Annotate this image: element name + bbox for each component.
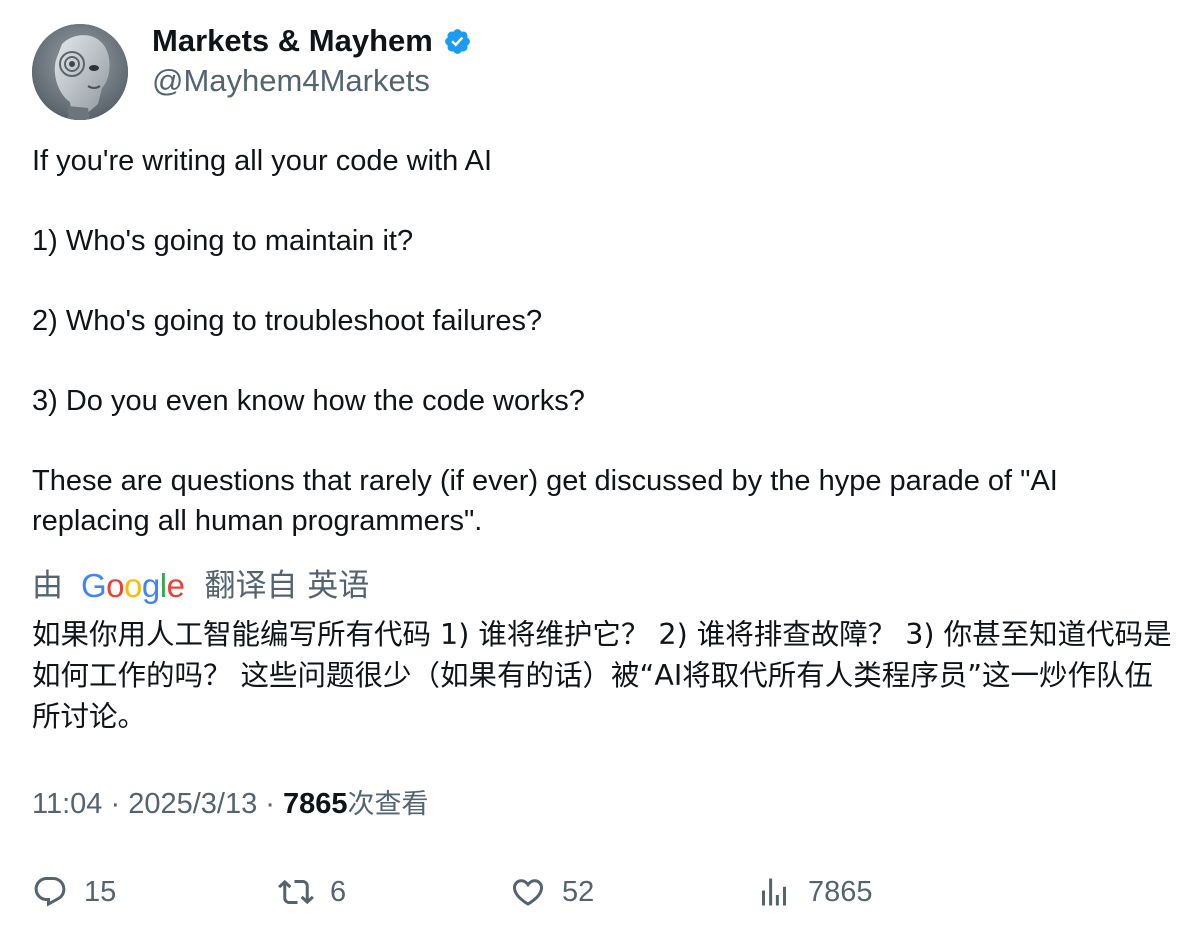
translation-prefix: 由 — [32, 568, 63, 604]
like-count: 52 — [562, 875, 595, 908]
heart-icon — [512, 879, 544, 906]
google-letter: o — [106, 567, 125, 604]
views-button[interactable]: 7865 — [756, 872, 873, 912]
translated-text: 如果你用人工智能编写所有代码 1) 谁将维护它？ 2) 谁将排查故障？ 3) 你… — [32, 618, 1172, 733]
views-count-action: 7865 — [808, 875, 873, 908]
meta-separator: · — [265, 788, 275, 820]
reply-button[interactable]: 15 — [32, 872, 116, 912]
translation-attribution[interactable]: 由 Google 翻译自 英语 — [32, 566, 369, 606]
retweet-icon — [278, 879, 314, 905]
author-name[interactable]: Markets & Mayhem — [152, 22, 472, 60]
google-letter: o — [124, 567, 142, 604]
google-letter: g — [141, 567, 160, 604]
google-letter: l — [159, 567, 167, 604]
retweet-count: 6 — [330, 875, 347, 908]
google-logo: Google — [81, 566, 185, 606]
google-letter: e — [166, 567, 185, 604]
tweet-text-line: If you're writing all your code with AI — [32, 145, 493, 177]
tweet-text-line: These are questions that rarely (if ever… — [32, 465, 1058, 497]
translation-suffix: 翻译自 英语 — [204, 568, 370, 604]
views-label: 次查看 — [347, 789, 429, 820]
tweet-text-line: replacing all human programmers". — [32, 505, 483, 537]
reply-count: 15 — [84, 875, 117, 908]
reply-icon — [34, 877, 66, 907]
author-name-text[interactable]: Markets & Mayhem — [152, 22, 433, 60]
tweet-text-line: 1) Who's going to maintain it? — [32, 225, 414, 257]
google-wordmark: Google — [81, 566, 185, 606]
tweet-meta: 11:04 · 2025/3/13 · 7865次查看 — [32, 784, 429, 825]
like-button[interactable]: 52 — [510, 872, 594, 912]
author-handle[interactable]: @Mayhem4Markets — [152, 62, 430, 100]
avatar[interactable] — [32, 24, 128, 120]
tweet-text-line: 3) Do you even know how the code works? — [32, 385, 585, 417]
retweet-button[interactable]: 6 — [278, 872, 346, 912]
views-count: 7865 — [283, 788, 348, 820]
tweet-date[interactable]: 2025/3/13 — [128, 788, 257, 820]
tweet-time[interactable]: 11:04 — [32, 788, 102, 820]
analytics-icon — [762, 878, 786, 906]
verified-badge-icon — [444, 28, 470, 54]
tweet-text-line: 2) Who's going to troubleshoot failures? — [32, 305, 543, 337]
meta-separator: · — [110, 788, 121, 820]
robot-avatar-image — [32, 24, 128, 120]
google-letter: G — [81, 567, 107, 604]
